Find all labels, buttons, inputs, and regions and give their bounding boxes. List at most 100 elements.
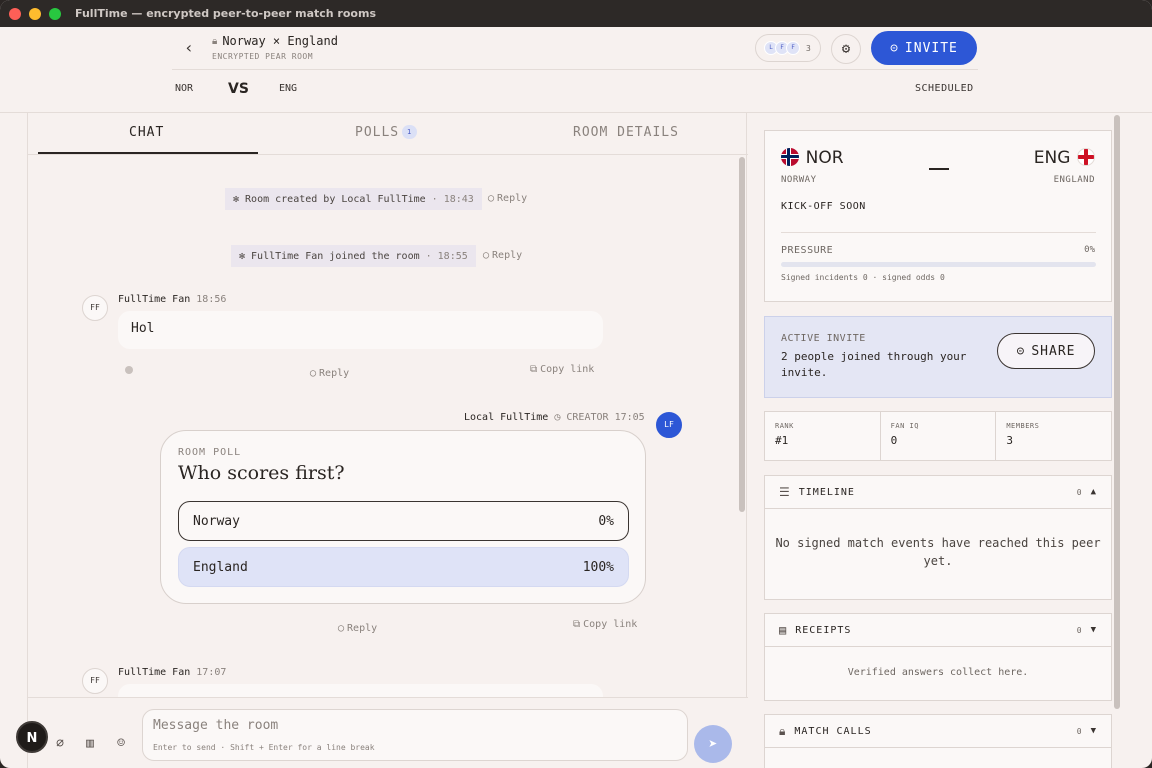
close-window-button[interactable] [9,7,21,20]
copy-link-button[interactable]: ⧉ Copy link [530,364,594,375]
details-sidebar: NOR NORWAY ENG ENGLAND KICK-OFF SOON PRE… [748,113,1152,768]
minimize-window-button[interactable] [29,7,41,20]
avatar[interactable]: FF [82,668,108,694]
system-message: ✻ Room created by Local FullTime · 18:43 [225,188,482,210]
reply-button[interactable]: ◯ Reply [310,368,349,379]
timeline-section: ☰ TIMELINE 0 ▲ No signed match events ha… [764,475,1112,600]
england-flag-icon [1077,148,1095,166]
sidebar-scrollbar[interactable] [1114,115,1120,709]
pressure-label: PRESSURE [781,245,834,256]
match-calls-title: MATCH CALLS [794,725,872,737]
reply-label: Reply [347,623,378,634]
match-status: SCHEDULED [915,83,974,94]
header-divider [172,69,978,70]
app-window: FullTime — encrypted peer-to-peer match … [0,0,1152,768]
chevron-up-icon: ▲ [1090,487,1097,497]
match-calls-section: 🔒︎ MATCH CALLS 0 ▼ [764,714,1112,768]
copy-link-button[interactable]: ⧉ Copy link [573,619,637,630]
chat-scroll-thumb[interactable] [739,157,745,512]
copy-icon: ⧉ [573,619,581,630]
message-input[interactable]: Message the room Enter to send · Shift +… [142,709,688,761]
copy-link-label: Copy link [583,619,638,630]
settings-button[interactable]: ⚙ [831,34,861,64]
zoom-window-button[interactable] [49,7,61,20]
stat-fan-iq: FAN IQ 0 [881,412,997,460]
share-label: SHARE [1031,343,1076,359]
system-message-time: · 18:43 [431,193,474,205]
system-message-time: · 18:55 [425,250,468,262]
poll-label: ROOM POLL [178,447,242,458]
active-invite-text: 2 people joined through your invite. [781,350,967,379]
invite-button[interactable]: ⊝ INVITE [871,31,977,65]
reply-button[interactable]: ◯ Reply [488,193,527,204]
poll-option-norway[interactable]: Norway 0% [178,501,629,541]
away-team: ENG [1034,148,1095,168]
avatar[interactable]: LF [656,412,682,438]
stat-value: 0 [890,434,898,447]
stat-label: FAN IQ [890,422,919,430]
tab-polls[interactable]: POLLS 1 [355,125,418,140]
tab-chat[interactable]: CHAT [129,125,164,140]
link-icon: ⊝ [890,40,899,56]
attach-paperclip-icon[interactable]: ⌀ [51,736,69,751]
reply-icon: ◯ [338,623,345,634]
home-team-code: NOR [175,83,194,94]
timeline-empty-text: No signed match events have reached this… [775,536,1101,568]
lock-icon: 🔒︎ [779,723,787,738]
avatar[interactable]: FF [82,295,108,321]
poll-chart-icon[interactable]: ▥ [81,736,99,751]
room-subtitle: ENCRYPTED PEAR ROOM [212,52,314,61]
chat-scrollbar[interactable] [737,155,747,697]
reply-button[interactable]: ◯ Reply [483,250,522,261]
reply-label: Reply [319,368,350,379]
stat-rank: RANK #1 [765,412,881,460]
back-arrow-icon[interactable]: ‹ [180,39,198,57]
poll-option-label: England [193,559,248,575]
member-avatars[interactable]: L F F 3 [755,34,821,62]
app-logo-button[interactable]: N [16,721,48,753]
tab-bar: CHAT POLLS 1 ROOM DETAILS [28,113,748,155]
poll-option-england[interactable]: England 100% [178,547,629,587]
room-title: 🔒︎ Norway × England [212,34,338,48]
reply-button[interactable]: ◯ Reply [338,623,377,634]
composer-hint: Enter to send · Shift + Enter for a line… [153,743,375,752]
receipts-count: 0 [1076,625,1083,635]
home-team: NOR [781,148,844,168]
tab-polls-label: POLLS [355,125,400,140]
sparkle-icon: ✻ [239,250,246,262]
home-team-code: NOR [805,148,844,168]
system-message: ✻ FullTime Fan joined the room · 18:55 [231,245,476,267]
match-calls-header[interactable]: 🔒︎ MATCH CALLS 0 ▼ [765,715,1111,748]
poll-option-label: Norway [193,513,240,529]
room-poll-card: ROOM POLL Who scores first? Norway 0% En… [160,430,646,604]
message-time: 17:05 [614,412,645,423]
stat-value: 3 [1006,434,1013,447]
emoji-icon[interactable]: ☺ [112,736,130,751]
polls-count-badge: 1 [402,125,418,139]
match-calls-count: 0 [1076,726,1083,736]
away-team-name: ENGLAND [1053,175,1095,185]
message-bubble: Hol [118,311,603,349]
message-author: FullTime Fan 18:56 [118,294,226,305]
author-role: CREATOR [566,412,609,423]
receipt-icon: ▤ [779,623,788,637]
away-team-code: ENG [279,83,298,94]
message-bubble [118,684,603,697]
home-team-name: NORWAY [781,175,817,185]
share-button[interactable]: ⊝ SHARE [997,333,1095,369]
window-title: FullTime — encrypted peer-to-peer match … [75,7,376,20]
reaction-dot-icon[interactable] [125,366,133,374]
composer-area: ⌀ ▥ ☺ Message the room Enter to send · S… [28,697,748,768]
tab-room-details[interactable]: ROOM DETAILS [573,125,679,140]
norway-flag-icon [781,148,799,166]
message-author: Local FullTime ◷ CREATOR 17:05 [464,412,645,423]
timeline-header[interactable]: ☰ TIMELINE 0 ▲ [765,476,1111,509]
receipts-header[interactable]: ▤ RECEIPTS 0 ▼ [765,614,1111,647]
score-dash [929,168,949,170]
receipts-empty-text: Verified answers collect here. [847,667,1029,678]
send-button[interactable]: ➤ [694,725,732,763]
timeline-count: 0 [1076,487,1083,497]
divider [781,232,1096,233]
kickoff-status: KICK-OFF SOON [781,201,866,212]
timeline-title: TIMELINE [798,486,855,498]
